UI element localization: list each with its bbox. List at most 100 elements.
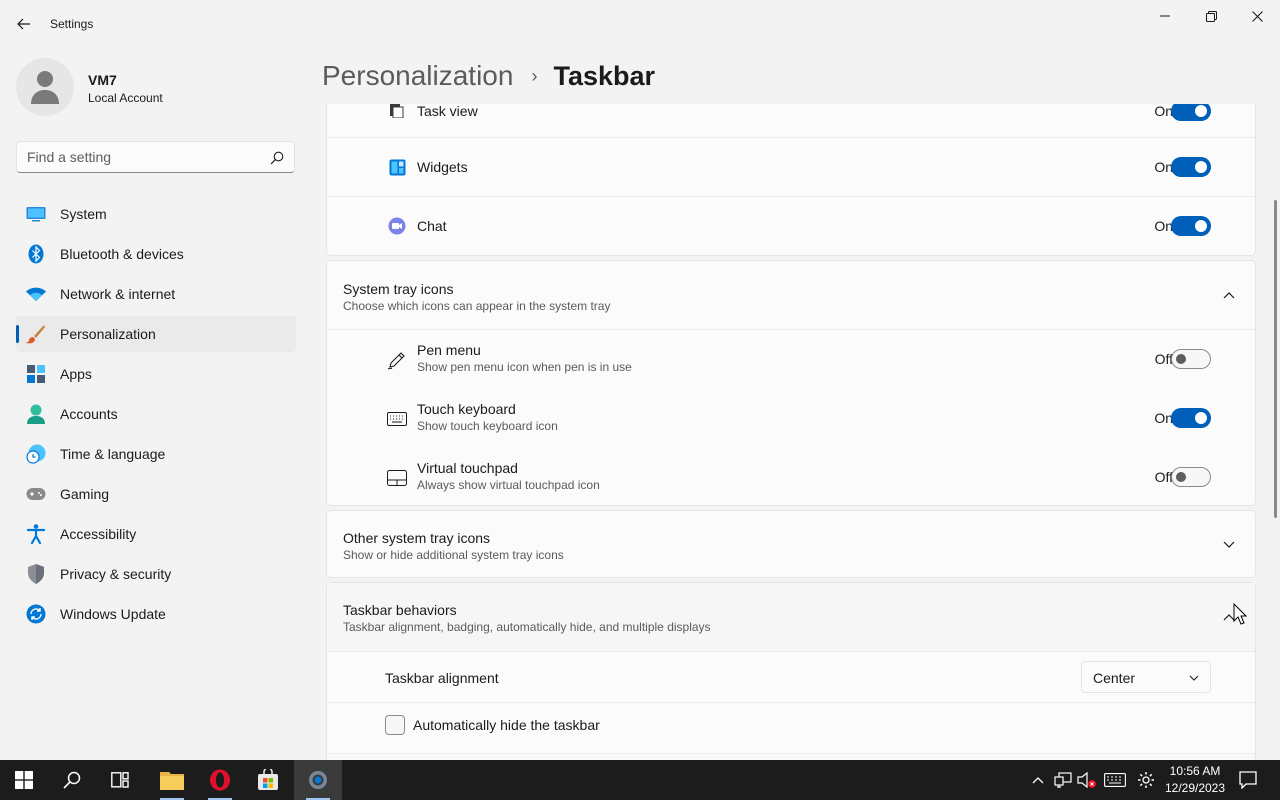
setting-title: Task view — [417, 104, 478, 119]
sidebar-item-gaming[interactable]: Gaming — [16, 476, 296, 512]
close-button[interactable] — [1234, 0, 1280, 32]
ethernet-icon — [1054, 772, 1072, 788]
gear-icon — [1138, 772, 1154, 788]
notifications-button[interactable] — [1234, 760, 1262, 800]
chat-toggle[interactable] — [1171, 216, 1211, 236]
notification-icon — [1239, 771, 1257, 789]
section-title: Taskbar behaviors — [343, 602, 457, 618]
accessibility-icon — [26, 524, 46, 544]
sidebar-item-privacy[interactable]: Privacy & security — [16, 556, 296, 592]
setting-row-chat[interactable]: Chat On — [327, 197, 1255, 255]
dropdown-value: Center — [1093, 670, 1136, 686]
keyboard-icon — [387, 409, 407, 429]
other-tray-card[interactable]: Other system tray icons Show or hide add… — [326, 510, 1256, 578]
setting-title: Virtual touchpad — [417, 460, 518, 476]
title-bar: Settings — [0, 0, 1280, 48]
taskbar-clock[interactable]: 10:56 AM 12/29/2023 — [1160, 763, 1230, 797]
volume-tray-icon[interactable] — [1076, 760, 1098, 800]
opera-button[interactable] — [196, 760, 244, 800]
start-button[interactable] — [0, 760, 48, 800]
pen-menu-toggle[interactable] — [1171, 349, 1211, 369]
autohide-checkbox[interactable] — [385, 715, 405, 735]
opera-icon — [210, 769, 230, 791]
system-tray-header[interactable]: System tray icons Choose which icons can… — [327, 261, 1255, 329]
sidebar-item-label: System — [60, 206, 107, 222]
sidebar-item-label: Gaming — [60, 486, 110, 502]
setting-row-autohide[interactable]: Automatically hide the taskbar — [327, 703, 1255, 753]
setting-row-touch-keyboard[interactable]: Touch keyboard Show touch keyboard icon … — [327, 389, 1255, 447]
sidebar-item-accounts[interactable]: Accounts — [16, 396, 296, 432]
breadcrumb-parent[interactable]: Personalization — [322, 60, 513, 92]
setting-title: Widgets — [417, 159, 468, 175]
settings-gear-icon — [309, 771, 327, 789]
search-icon[interactable] — [270, 151, 284, 165]
wifi-icon — [26, 284, 46, 304]
keyboard-icon — [1104, 773, 1126, 787]
taskbar-search-button[interactable] — [48, 760, 96, 800]
app-title: Settings — [50, 17, 94, 31]
scrollbar-thumb[interactable] — [1274, 200, 1277, 518]
sidebar-item-label: Personalization — [60, 326, 156, 342]
show-hidden-icons-button[interactable] — [1028, 760, 1048, 800]
sidebar-item-network[interactable]: Network & internet — [16, 276, 296, 312]
section-subtitle: Taskbar alignment, badging, automaticall… — [343, 620, 711, 634]
volume-muted-icon — [1077, 771, 1096, 789]
setting-title: Chat — [417, 218, 447, 234]
touch-keyboard-toggle[interactable] — [1171, 408, 1211, 428]
setting-title: Touch keyboard — [417, 401, 516, 417]
minimize-button[interactable] — [1142, 0, 1188, 32]
settings-tray-icon[interactable] — [1134, 760, 1158, 800]
network-tray-icon[interactable] — [1052, 760, 1074, 800]
shield-icon — [26, 564, 46, 584]
settings-taskbar-button[interactable] — [294, 760, 342, 800]
settings-content: Task view On Widgets On Chat On System t… — [326, 104, 1256, 760]
sidebar-item-label: Bluetooth & devices — [60, 246, 184, 262]
folder-icon — [160, 772, 184, 790]
task-view-button[interactable] — [96, 760, 144, 800]
section-title: Other system tray icons — [343, 530, 491, 546]
taskbar-behaviors-header[interactable]: Taskbar behaviors Taskbar alignment, bad… — [327, 583, 1255, 651]
windows-logo-icon — [15, 771, 33, 789]
sidebar-item-label: Time & language — [60, 446, 166, 462]
sidebar-item-personalization[interactable]: Personalization — [16, 316, 296, 352]
user-profile[interactable]: VM7 Local Account — [16, 58, 296, 118]
touch-keyboard-tray-icon[interactable] — [1102, 760, 1128, 800]
microsoft-store-button[interactable] — [244, 760, 292, 800]
sidebar-item-accessibility[interactable]: Accessibility — [16, 516, 296, 552]
back-button[interactable] — [12, 12, 36, 36]
chat-icon — [387, 216, 407, 236]
sidebar-item-time-language[interactable]: Time & language — [16, 436, 296, 472]
setting-row-pen-menu[interactable]: Pen menu Show pen menu icon when pen is … — [327, 330, 1255, 388]
search-icon — [63, 771, 81, 789]
search-box[interactable] — [16, 141, 295, 173]
taskbar-alignment-dropdown[interactable]: Center — [1081, 661, 1211, 693]
sidebar-item-label: Windows Update — [60, 606, 166, 622]
sidebar-item-apps[interactable]: Apps — [16, 356, 296, 392]
task-view-toggle[interactable] — [1171, 104, 1211, 121]
setting-title: Taskbar alignment — [385, 670, 499, 686]
setting-row-widgets[interactable]: Widgets On — [327, 138, 1255, 196]
chevron-up-icon — [1032, 777, 1044, 784]
sidebar-item-system[interactable]: System — [16, 196, 296, 232]
search-input[interactable] — [27, 148, 267, 166]
sidebar-item-label: Privacy & security — [60, 566, 172, 582]
chevron-up-icon[interactable] — [1221, 287, 1237, 303]
windows-taskbar: 10:56 AM 12/29/2023 — [0, 760, 1280, 800]
sidebar-item-label: Accounts — [60, 406, 118, 422]
restore-button[interactable] — [1188, 0, 1234, 32]
sidebar-item-bluetooth[interactable]: Bluetooth & devices — [16, 236, 296, 272]
task-view-icon — [111, 772, 129, 788]
setting-row-virtual-touchpad[interactable]: Virtual touchpad Always show virtual tou… — [327, 448, 1255, 506]
setting-row-task-view[interactable]: Task view On — [327, 104, 1255, 137]
widgets-toggle[interactable] — [1171, 157, 1211, 177]
chevron-down-icon[interactable] — [1221, 537, 1237, 553]
setting-description: Show touch keyboard icon — [417, 419, 558, 433]
arrow-left-icon — [17, 18, 30, 30]
update-icon — [26, 604, 46, 624]
minimize-icon — [1160, 15, 1170, 17]
virtual-touchpad-toggle[interactable] — [1171, 467, 1211, 487]
file-explorer-button[interactable] — [148, 760, 196, 800]
bluetooth-icon — [26, 244, 46, 264]
sidebar-item-windows-update[interactable]: Windows Update — [16, 596, 296, 632]
taskbar-behaviors-card: Taskbar behaviors Taskbar alignment, bad… — [326, 582, 1256, 760]
